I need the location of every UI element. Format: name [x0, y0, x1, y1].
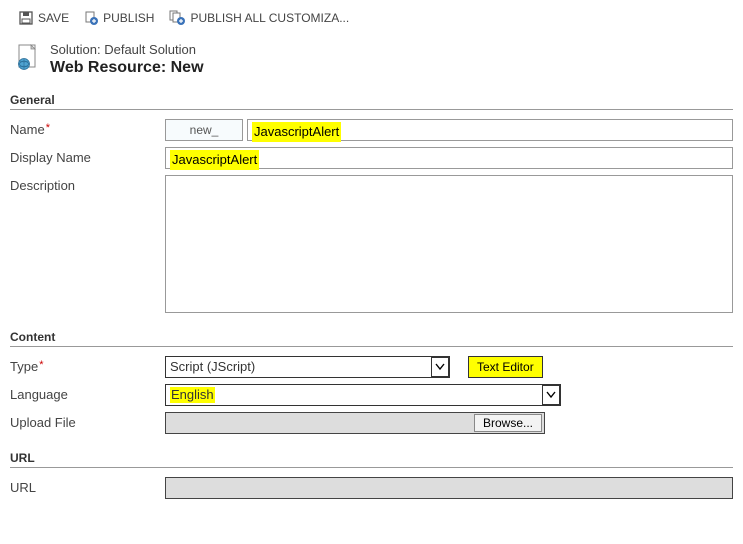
publish-all-button[interactable]: PUBLISH ALL CUSTOMIZA... — [168, 10, 349, 26]
row-upload: Upload File Browse... — [0, 409, 743, 437]
row-language: Language English — [0, 381, 743, 409]
toolbar: SAVE PUBLISH PUBLISH ALL CUSTOMIZA... — [0, 0, 743, 34]
solution-line: Solution: Default Solution — [50, 42, 204, 57]
upload-label: Upload File — [10, 412, 165, 430]
display-name-input[interactable]: JavascriptAlert — [165, 147, 733, 169]
url-label: URL — [10, 477, 165, 495]
type-select[interactable]: Script (JScript) — [165, 356, 450, 378]
save-icon — [18, 10, 34, 26]
section-url: URL — [10, 447, 733, 468]
browse-button[interactable]: Browse... — [474, 414, 542, 432]
publish-all-icon — [168, 10, 186, 26]
language-label: Language — [10, 384, 165, 402]
description-label: Description — [10, 175, 165, 193]
chevron-down-icon[interactable] — [542, 385, 560, 405]
section-content: Content — [10, 326, 733, 347]
description-input[interactable] — [165, 175, 733, 313]
upload-file-input[interactable]: Browse... — [165, 412, 545, 434]
publish-label: PUBLISH — [103, 11, 154, 25]
language-select[interactable]: English — [165, 384, 561, 406]
name-label: Name* — [10, 119, 165, 137]
chevron-down-icon[interactable] — [431, 357, 449, 377]
row-name: Name* new_ JavascriptAlert — [0, 116, 743, 144]
url-display — [165, 477, 733, 499]
row-url: URL — [0, 474, 743, 502]
type-label: Type* — [10, 356, 165, 374]
name-prefix: new_ — [165, 119, 243, 141]
display-name-label: Display Name — [10, 147, 165, 165]
section-general: General — [10, 89, 733, 110]
page-header: Solution: Default Solution Web Resource:… — [0, 34, 743, 79]
publish-icon — [83, 10, 99, 26]
publish-all-label: PUBLISH ALL CUSTOMIZA... — [190, 11, 349, 25]
row-display-name: Display Name JavascriptAlert — [0, 144, 743, 172]
page-title: Web Resource: New — [50, 59, 204, 77]
name-input[interactable]: JavascriptAlert — [247, 119, 733, 141]
save-label: SAVE — [38, 11, 69, 25]
text-editor-button[interactable]: Text Editor — [468, 356, 543, 378]
solution-name: Default Solution — [104, 42, 196, 57]
row-type: Type* Script (JScript) Text Editor — [0, 353, 743, 381]
save-button[interactable]: SAVE — [18, 10, 69, 26]
web-resource-icon — [16, 44, 40, 70]
row-description: Description — [0, 172, 743, 316]
publish-button[interactable]: PUBLISH — [83, 10, 154, 26]
solution-label: Solution: — [50, 42, 101, 57]
